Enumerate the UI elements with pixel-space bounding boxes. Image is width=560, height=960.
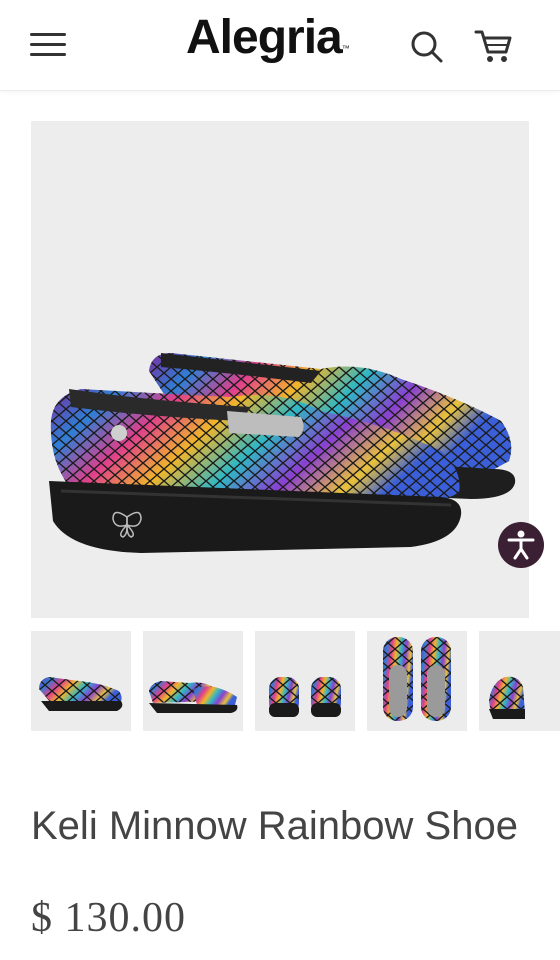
trademark: ™ [341,44,350,53]
search-icon[interactable] [406,26,446,66]
product-title: Keli Minnow Rainbow Shoe [31,803,518,848]
brand-logo[interactable]: Alegria™ [186,10,350,65]
product-main-image[interactable] [31,121,529,618]
thumbnail-pair-angled[interactable] [31,631,131,731]
thumbnail-pair-heel[interactable] [255,631,355,731]
product-price: $ 130.00 [31,895,186,941]
brand-name: Alegria [186,11,343,64]
shopping-cart-icon[interactable] [472,26,516,66]
thumbnail-single-toe[interactable] [479,631,560,731]
thumbnail-strip [31,631,560,731]
accessibility-icon[interactable] [498,522,544,568]
thumbnail-pair-top[interactable] [367,631,467,731]
thumbnail-pair-side[interactable] [143,631,243,731]
hamburger-menu-icon[interactable] [28,28,70,62]
site-header: Alegria™ [0,0,560,91]
